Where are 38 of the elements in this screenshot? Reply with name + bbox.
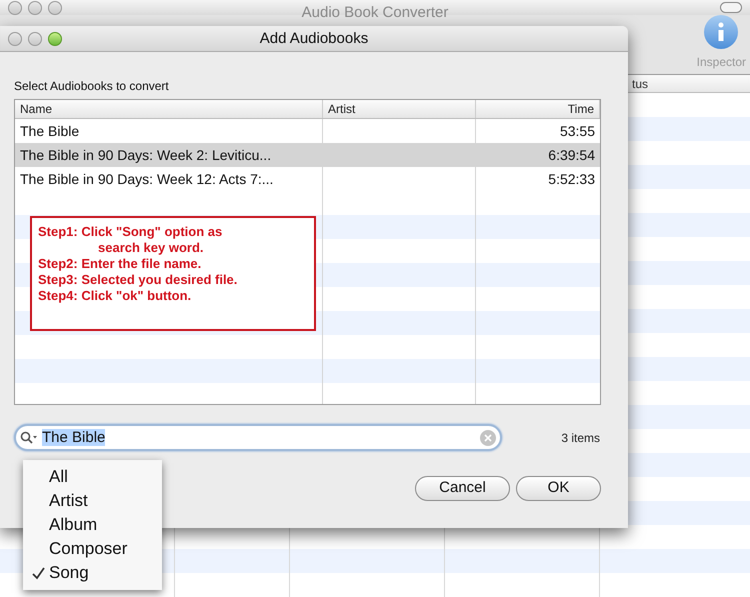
table-cell: 53:55 [560, 123, 595, 139]
table-cell: 5:52:33 [548, 171, 595, 187]
zoom-button[interactable] [48, 0, 62, 14]
instruction-line: Step3: Selected you desired file. [38, 272, 238, 288]
menu-item[interactable]: Album [23, 513, 162, 537]
dialog-button[interactable]: Cancel [415, 476, 510, 501]
search-field[interactable]: The Bible [14, 424, 502, 451]
menu-item[interactable]: Song [23, 561, 162, 585]
table-cell: 6:39:54 [548, 147, 595, 163]
table-cell: The Bible in 90 Days: Week 2: Leviticu... [20, 147, 272, 163]
dialog-title: Add Audiobooks [258, 29, 370, 49]
item-count: 3 items [561, 430, 600, 446]
menu-item[interactable]: Artist [23, 489, 162, 513]
column-header[interactable]: tus [628, 75, 648, 92]
menu-item[interactable]: Composer [23, 537, 162, 561]
toolbar-toggle-button[interactable] [720, 2, 742, 13]
table-cell: The Bible in 90 Days: Week 12: Acts 7:... [20, 171, 274, 187]
minimize-button[interactable] [28, 0, 42, 14]
info-icon [704, 15, 738, 49]
table-cell: The Bible [20, 123, 80, 139]
prompt-label: Select Audiobooks to convert [14, 79, 169, 93]
window-title: Audio Book Converter [300, 3, 450, 23]
clear-icon[interactable] [480, 430, 496, 446]
dialog-button[interactable]: OK [516, 476, 601, 501]
column-header[interactable]: Artist [323, 100, 476, 118]
instruction-line: Step1: Click "Song" option as [38, 224, 222, 240]
instruction-line: Step4: Click "ok" button. [38, 288, 192, 304]
menu-item[interactable]: All [23, 465, 162, 489]
table-row[interactable]: The Bible in 90 Days: Week 2: Leviticu... 6:39:54 [15, 143, 600, 167]
search-icon[interactable] [20, 430, 38, 444]
close-button[interactable] [8, 32, 22, 46]
close-button[interactable] [8, 0, 22, 14]
instruction-line: Step2: Enter the file name. [38, 256, 202, 272]
minimize-button[interactable] [28, 32, 42, 46]
zoom-button[interactable] [48, 32, 62, 46]
column-header[interactable]: Name [15, 100, 323, 118]
instruction-line: search key word. [97, 240, 204, 256]
column-header[interactable]: Time [476, 100, 600, 118]
